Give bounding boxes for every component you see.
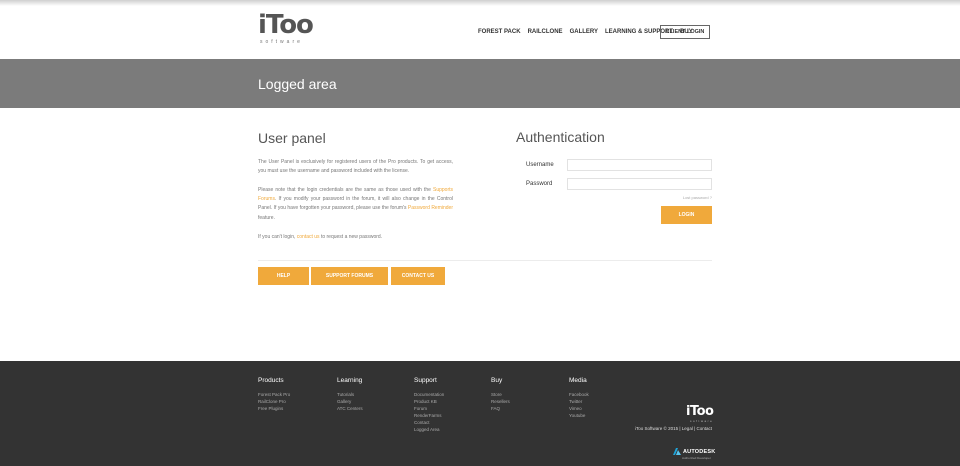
site-header: iToo software FOREST PACK RAILCLONE GALL… [0, 0, 960, 60]
footer-link[interactable]: Facebook [569, 391, 589, 398]
contact-us-link[interactable]: contact us [297, 234, 320, 240]
contact-us-button[interactable]: CONTACT US [391, 267, 445, 285]
footer-heading-products: Products [258, 377, 284, 384]
footer-link[interactable]: Product KB [414, 398, 444, 405]
footer-column-media: Media Facebook Twitter Vimeo Youtube [569, 377, 589, 419]
footer-link[interactable]: Youtube [569, 412, 589, 419]
logo-mark: iToo [258, 10, 314, 40]
footer-column-products: Products Forest Pack Pro RailClone Pro F… [258, 377, 290, 412]
site-footer: Products Forest Pack Pro RailClone Pro F… [0, 361, 960, 466]
footer-link[interactable]: ATC Centers [337, 405, 363, 412]
authentication-title: Authentication [516, 129, 605, 145]
autodesk-icon [673, 448, 681, 455]
footer-link[interactable]: Tutorials [337, 391, 363, 398]
footer-itoo-logo[interactable]: iToo [686, 404, 714, 419]
password-reminder-link[interactable]: Password Reminder [408, 205, 453, 211]
autodesk-subtitle: Authorized Developer [682, 456, 711, 460]
username-field[interactable] [567, 159, 712, 171]
footer-column-support: Support Documentation Product KB Forum R… [414, 377, 444, 433]
username-label: Username [526, 162, 554, 168]
footer-link[interactable]: Documentation [414, 391, 444, 398]
page-banner: Logged area [0, 59, 960, 108]
footer-copyright: iToo Software © 2015 | Legal | Contact [635, 426, 712, 431]
footer-logo-subtitle: software [690, 419, 714, 423]
client-login-button[interactable]: CLIENT LOGIN [660, 25, 710, 39]
footer-link[interactable]: Resellers [491, 398, 510, 405]
user-panel-title: User panel [258, 130, 326, 146]
footer-heading-learning: Learning [337, 377, 363, 384]
footer-link[interactable]: Logged Area [414, 426, 444, 433]
login-help-note: If you can't login, contact us to reques… [258, 233, 453, 242]
footer-link[interactable]: FAQ [491, 405, 510, 412]
footer-heading-buy: Buy [491, 377, 503, 384]
footer-link[interactable]: RenderFarms [414, 412, 444, 419]
footer-column-buy: Buy Store Resellers FAQ [491, 377, 510, 412]
itoo-logo[interactable]: iToo software [258, 10, 314, 45]
footer-link[interactable]: Store [491, 391, 510, 398]
footer-link[interactable]: Forest Pack Pro [258, 391, 290, 398]
footer-link[interactable]: Twitter [569, 398, 589, 405]
footer-link[interactable]: Forum [414, 405, 444, 412]
content-divider [258, 260, 712, 261]
footer-heading-media: Media [569, 377, 587, 384]
footer-link[interactable]: Free Plugins [258, 405, 290, 412]
lost-password-link[interactable]: Lost password ? [640, 195, 712, 200]
login-help-text-a: If you can't login, [258, 234, 297, 240]
login-help-text-b: to request a new password. [319, 234, 383, 240]
footer-link[interactable]: Contact [414, 419, 444, 426]
footer-heading-support: Support [414, 377, 437, 384]
footer-link[interactable]: RailClone Pro [258, 398, 290, 405]
autodesk-badge: AUTODESK [673, 448, 715, 455]
help-button[interactable]: HELP [258, 267, 309, 285]
password-label: Password [526, 181, 553, 187]
nav-gallery[interactable]: GALLERY [570, 29, 598, 35]
login-button[interactable]: LOGIN [661, 206, 712, 224]
credentials-text-c: feature. [258, 214, 275, 221]
password-field[interactable] [567, 178, 712, 190]
footer-column-learning: Learning Tutorials Gallery ATC Centers [337, 377, 363, 412]
page-title: Logged area [258, 76, 337, 92]
user-panel-intro: The User Panel is exclusively for regist… [258, 159, 453, 175]
support-forums-button[interactable]: SUPPORT FORUMS [311, 267, 388, 285]
nav-forest-pack[interactable]: FOREST PACK [478, 29, 521, 35]
autodesk-label: AUTODESK [683, 448, 716, 455]
credentials-text-a: Please note that the login credentials a… [258, 187, 433, 193]
credentials-note: Please note that the login credentials a… [258, 186, 453, 223]
footer-link[interactable]: Vimeo [569, 405, 589, 412]
nav-railclone[interactable]: RAILCLONE [528, 29, 563, 35]
footer-link[interactable]: Gallery [337, 398, 363, 405]
